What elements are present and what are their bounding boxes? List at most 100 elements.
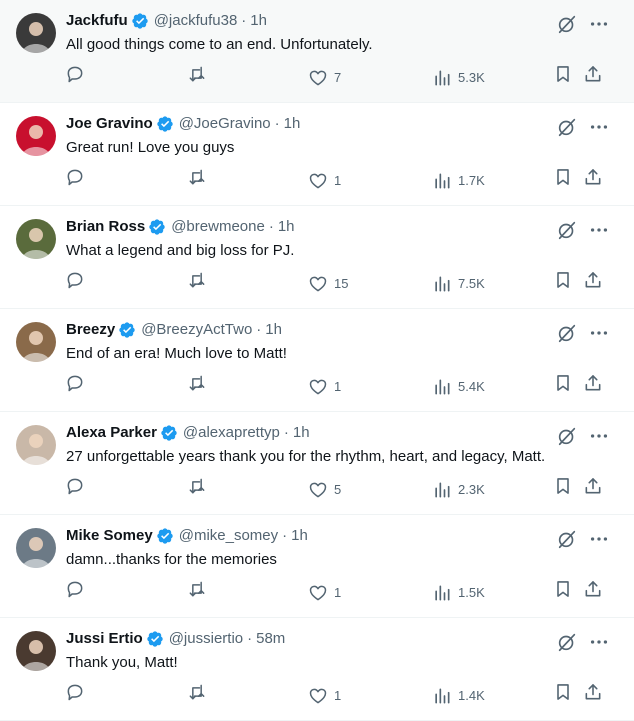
more-icon[interactable] bbox=[588, 425, 610, 447]
share-button[interactable] bbox=[583, 579, 603, 599]
display-name[interactable]: Jackfufu bbox=[66, 11, 128, 31]
timestamp[interactable]: 1h bbox=[250, 11, 267, 31]
grok-icon[interactable] bbox=[556, 425, 578, 447]
views-icon bbox=[432, 583, 452, 603]
views-button[interactable]: 5.4K bbox=[432, 373, 485, 401]
display-name[interactable]: Jussi Ertio bbox=[66, 629, 143, 649]
user-handle[interactable]: @jackfufu38 bbox=[154, 11, 238, 31]
avatar[interactable] bbox=[16, 631, 56, 671]
more-icon[interactable] bbox=[588, 322, 610, 344]
tweet-header: Breezy @BreezyActTwo · 1h bbox=[66, 320, 282, 340]
share-button[interactable] bbox=[583, 373, 603, 393]
reply-button[interactable] bbox=[65, 373, 91, 393]
bookmark-button[interactable] bbox=[553, 270, 573, 290]
timestamp[interactable]: 1h bbox=[265, 320, 282, 340]
bookmark-button[interactable] bbox=[553, 373, 573, 393]
grok-icon[interactable] bbox=[556, 13, 578, 35]
display-name[interactable]: Breezy bbox=[66, 320, 115, 340]
retweet-button[interactable] bbox=[187, 167, 213, 187]
views-button[interactable]: 1.4K bbox=[432, 682, 485, 710]
tweet[interactable]: Mike Somey @mike_somey · 1h damn...thank… bbox=[0, 515, 634, 618]
views-button[interactable]: 5.3K bbox=[432, 64, 485, 92]
share-button[interactable] bbox=[583, 64, 603, 84]
tweet[interactable]: Brian Ross @brewmeone · 1h What a legend… bbox=[0, 206, 634, 309]
heart-icon bbox=[308, 583, 328, 603]
reply-button[interactable] bbox=[65, 270, 91, 290]
tweet-top-actions bbox=[556, 528, 610, 550]
share-button[interactable] bbox=[583, 167, 603, 187]
retweet-button[interactable] bbox=[187, 579, 213, 599]
views-button[interactable]: 1.5K bbox=[432, 579, 485, 607]
bookmark-button[interactable] bbox=[553, 476, 573, 496]
reply-button[interactable] bbox=[65, 682, 91, 702]
timestamp[interactable]: 58m bbox=[256, 629, 285, 649]
timestamp[interactable]: 1h bbox=[278, 217, 295, 237]
share-button[interactable] bbox=[583, 270, 603, 290]
avatar[interactable] bbox=[16, 425, 56, 465]
share-button[interactable] bbox=[583, 682, 603, 702]
tweet[interactable]: Jussi Ertio @jussiertio · 58m Thank you,… bbox=[0, 618, 634, 721]
like-button[interactable]: 7 bbox=[308, 64, 341, 92]
avatar[interactable] bbox=[16, 219, 56, 259]
grok-icon[interactable] bbox=[556, 116, 578, 138]
grok-icon[interactable] bbox=[556, 322, 578, 344]
retweet-icon bbox=[187, 373, 207, 393]
avatar[interactable] bbox=[16, 322, 56, 362]
reply-icon bbox=[65, 373, 85, 393]
user-handle[interactable]: @mike_somey bbox=[179, 526, 278, 546]
retweet-button[interactable] bbox=[187, 373, 213, 393]
more-icon[interactable] bbox=[588, 13, 610, 35]
tweet[interactable]: Alexa Parker @alexaprettyp · 1h 27 unfor… bbox=[0, 412, 634, 515]
retweet-button[interactable] bbox=[187, 64, 213, 84]
avatar[interactable] bbox=[16, 116, 56, 156]
bookmark-button[interactable] bbox=[553, 167, 573, 187]
like-button[interactable]: 5 bbox=[308, 476, 341, 504]
display-name[interactable]: Mike Somey bbox=[66, 526, 153, 546]
grok-icon[interactable] bbox=[556, 528, 578, 550]
reply-button[interactable] bbox=[65, 64, 91, 84]
retweet-button[interactable] bbox=[187, 476, 213, 496]
views-button[interactable]: 7.5K bbox=[432, 270, 485, 298]
display-name[interactable]: Brian Ross bbox=[66, 217, 145, 237]
like-button[interactable]: 1 bbox=[308, 373, 341, 401]
more-icon[interactable] bbox=[588, 116, 610, 138]
more-icon[interactable] bbox=[588, 219, 610, 241]
reply-button[interactable] bbox=[65, 167, 91, 187]
tweet[interactable]: Jackfufu @jackfufu38 · 1h All good thing… bbox=[0, 0, 634, 103]
bookmark-button[interactable] bbox=[553, 579, 573, 599]
bookmark-button[interactable] bbox=[553, 64, 573, 84]
avatar[interactable] bbox=[16, 528, 56, 568]
reply-button[interactable] bbox=[65, 476, 91, 496]
timestamp[interactable]: 1h bbox=[284, 114, 301, 134]
retweet-icon bbox=[187, 579, 207, 599]
verified-badge-icon bbox=[131, 12, 149, 30]
retweet-button[interactable] bbox=[187, 682, 213, 702]
like-button[interactable]: 1 bbox=[308, 167, 341, 195]
views-button[interactable]: 2.3K bbox=[432, 476, 485, 504]
timestamp[interactable]: 1h bbox=[291, 526, 308, 546]
user-handle[interactable]: @alexaprettyp bbox=[183, 423, 280, 443]
tweet[interactable]: Joe Gravino @JoeGravino · 1h Great run! … bbox=[0, 103, 634, 206]
user-handle[interactable]: @jussiertio bbox=[169, 629, 243, 649]
reply-button[interactable] bbox=[65, 579, 91, 599]
more-icon[interactable] bbox=[588, 528, 610, 550]
user-handle[interactable]: @brewmeone bbox=[171, 217, 265, 237]
user-handle[interactable]: @BreezyActTwo bbox=[141, 320, 252, 340]
like-button[interactable]: 1 bbox=[308, 682, 341, 710]
like-count: 1 bbox=[334, 173, 342, 188]
avatar[interactable] bbox=[16, 13, 56, 53]
retweet-button[interactable] bbox=[187, 270, 213, 290]
user-handle[interactable]: @JoeGravino bbox=[179, 114, 271, 134]
grok-icon[interactable] bbox=[556, 631, 578, 653]
grok-icon[interactable] bbox=[556, 219, 578, 241]
share-button[interactable] bbox=[583, 476, 603, 496]
display-name[interactable]: Joe Gravino bbox=[66, 114, 153, 134]
more-icon[interactable] bbox=[588, 631, 610, 653]
timestamp[interactable]: 1h bbox=[293, 423, 310, 443]
views-button[interactable]: 1.7K bbox=[432, 167, 485, 195]
bookmark-button[interactable] bbox=[553, 682, 573, 702]
like-button[interactable]: 15 bbox=[308, 270, 348, 298]
display-name[interactable]: Alexa Parker bbox=[66, 423, 157, 443]
like-button[interactable]: 1 bbox=[308, 579, 341, 607]
tweet[interactable]: Breezy @BreezyActTwo · 1h End of an era!… bbox=[0, 309, 634, 412]
